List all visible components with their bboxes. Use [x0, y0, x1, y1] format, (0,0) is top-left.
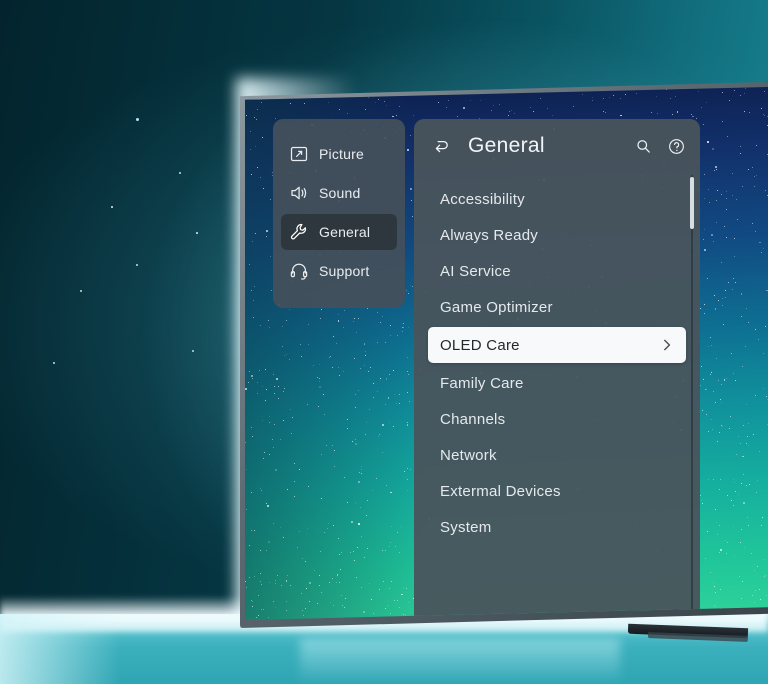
- menu-item-accessibility[interactable]: Accessibility: [428, 183, 686, 215]
- table-reflection: [300, 638, 620, 684]
- speaker-icon: [289, 183, 309, 203]
- menu-item-system[interactable]: System: [428, 511, 686, 543]
- menu-item-label: Always Ready: [440, 226, 539, 244]
- settings-panel: General Accessibility Always Ready AI Se…: [414, 119, 700, 620]
- panel-header: General: [414, 119, 700, 173]
- menu-item-oled-care[interactable]: OLED Care: [428, 327, 686, 363]
- settings-menu-list: Accessibility Always Ready AI Service Game …: [414, 173, 700, 543]
- chevron-right-icon: [660, 338, 674, 352]
- menu-item-network[interactable]: Network: [428, 439, 686, 471]
- menu-item-label: Network: [440, 446, 497, 464]
- scrollbar-track[interactable]: [691, 175, 693, 620]
- sidebar-item-sound[interactable]: Sound: [281, 175, 397, 211]
- menu-item-always-ready[interactable]: Always Ready: [428, 219, 686, 251]
- tv-screen: Picture Sound General Support General Ac…: [245, 87, 768, 620]
- floor-light-band: [0, 614, 120, 684]
- search-icon[interactable]: [634, 137, 653, 156]
- menu-item-label: System: [440, 518, 492, 536]
- page-title: General: [468, 134, 545, 157]
- sidebar-item-label: Picture: [319, 146, 364, 162]
- menu-item-label: OLED Care: [440, 336, 520, 354]
- menu-item-family-care[interactable]: Family Care: [428, 367, 686, 399]
- sidebar-item-general[interactable]: General: [281, 214, 397, 250]
- menu-item-extermal-devices[interactable]: Extermal Devices: [428, 475, 686, 507]
- sidebar-item-label: Sound: [319, 185, 361, 201]
- sidebar-item-label: Support: [319, 263, 370, 279]
- menu-item-label: Accessibility: [440, 190, 525, 208]
- menu-item-label: Extermal Devices: [440, 482, 561, 500]
- wrench-icon: [289, 222, 309, 242]
- sidebar-item-support[interactable]: Support: [281, 253, 397, 289]
- help-circle-icon[interactable]: [667, 137, 686, 156]
- menu-item-game-optimizer[interactable]: Game Optimizer: [428, 291, 686, 323]
- menu-item-label: Game Optimizer: [440, 298, 553, 316]
- scrollbar-thumb[interactable]: [690, 177, 694, 229]
- settings-sidebar: Picture Sound General Support: [273, 119, 405, 308]
- sidebar-item-picture[interactable]: Picture: [281, 136, 397, 172]
- headset-icon: [289, 261, 309, 281]
- screenshot-stage: Picture Sound General Support General Ac…: [0, 0, 768, 684]
- menu-item-label: Family Care: [440, 374, 524, 392]
- menu-item-channels[interactable]: Channels: [428, 403, 686, 435]
- picture-icon: [289, 144, 309, 164]
- television: Picture Sound General Support General Ac…: [240, 82, 768, 628]
- menu-item-ai-service[interactable]: AI Service: [428, 255, 686, 287]
- menu-item-label: Channels: [440, 410, 506, 428]
- sidebar-item-label: General: [319, 224, 371, 240]
- settings-overlay: Picture Sound General Support General Ac…: [273, 119, 735, 620]
- back-arrow-icon[interactable]: [432, 136, 452, 156]
- menu-item-label: AI Service: [440, 262, 511, 280]
